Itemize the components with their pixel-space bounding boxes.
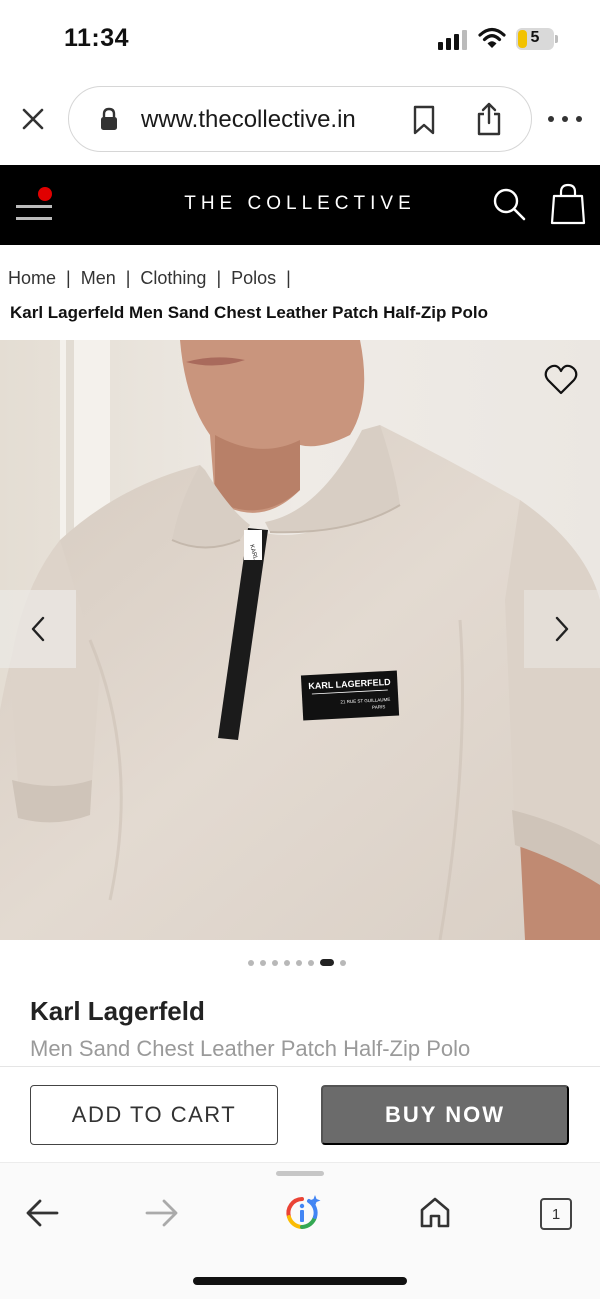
home-indicator xyxy=(193,1277,407,1285)
arrow-right-icon[interactable] xyxy=(144,1197,180,1229)
pagination-dot[interactable] xyxy=(272,959,278,966)
product-photo: KARL KARL LAGERFELD 21 RUE ST GUILLAUME … xyxy=(0,340,600,940)
pagination-dot-active[interactable] xyxy=(320,959,334,966)
status-bar: 11:34 5 xyxy=(0,0,600,80)
add-to-cart-button[interactable]: ADD TO CART xyxy=(30,1085,278,1145)
pagination-dot[interactable] xyxy=(296,959,302,966)
image-pagination xyxy=(248,959,346,966)
pagination-dot[interactable] xyxy=(248,959,254,966)
breadcrumb-polos[interactable]: Polos xyxy=(231,268,276,289)
action-bar: ADD TO CART BUY NOW xyxy=(0,1066,600,1162)
close-tab-button[interactable] xyxy=(18,104,48,134)
chevron-right-icon xyxy=(555,616,569,642)
site-header: THE COLLECTIVE xyxy=(0,165,600,245)
product-heading: Karl Lagerfeld Men Sand Chest Leather Pa… xyxy=(10,303,488,322)
product-title: Men Sand Chest Leather Patch Half-Zip Po… xyxy=(30,1036,471,1061)
breadcrumb: Home | Men | Clothing | Polos | xyxy=(8,268,301,289)
previous-image-button[interactable] xyxy=(0,590,76,668)
arrow-left-icon[interactable] xyxy=(24,1197,60,1229)
pagination-dot[interactable] xyxy=(308,959,314,966)
patch-city-text: PARIS xyxy=(372,704,385,710)
more-dots-icon[interactable] xyxy=(548,108,582,130)
pagination-dot[interactable] xyxy=(284,959,290,966)
search-icon[interactable] xyxy=(492,187,526,221)
share-icon[interactable] xyxy=(475,101,503,137)
battery-icon: 5 xyxy=(516,28,558,50)
breadcrumb-home[interactable]: Home xyxy=(8,268,56,289)
breadcrumb-separator: | xyxy=(125,268,131,288)
heart-outline-icon[interactable] xyxy=(544,364,578,396)
chevron-left-icon xyxy=(31,616,45,642)
sheet-handle[interactable] xyxy=(276,1171,324,1176)
buy-now-button[interactable]: BUY NOW xyxy=(321,1085,569,1145)
shopping-bag-icon[interactable] xyxy=(550,183,586,225)
url-text: www.thecollective.in xyxy=(141,106,356,133)
product-brand[interactable]: Karl Lagerfeld xyxy=(30,996,205,1027)
next-image-button[interactable] xyxy=(524,590,600,668)
pagination-dot[interactable] xyxy=(260,959,266,966)
browser-bottom-bar: 1 xyxy=(0,1162,600,1299)
battery-level: 5 xyxy=(530,29,540,46)
breadcrumb-separator: | xyxy=(286,268,291,288)
tab-switcher-button[interactable]: 1 xyxy=(540,1198,572,1230)
google-lens-icon[interactable] xyxy=(282,1193,322,1233)
chest-leather-patch: KARL LAGERFELD 21 RUE ST GUILLAUME PARIS xyxy=(300,670,400,721)
breadcrumb-separator: | xyxy=(66,268,71,288)
lock-icon xyxy=(101,107,117,130)
breadcrumb-men[interactable]: Men xyxy=(81,268,116,289)
bookmark-icon[interactable] xyxy=(411,105,437,135)
cellular-signal-icon xyxy=(438,30,467,50)
address-bar[interactable]: www.thecollective.in xyxy=(68,86,532,152)
product-image[interactable]: KARL KARL LAGERFELD 21 RUE ST GUILLAUME … xyxy=(0,340,600,940)
home-icon[interactable] xyxy=(418,1195,452,1229)
status-time: 11:34 xyxy=(64,24,130,52)
close-icon xyxy=(22,108,44,130)
breadcrumb-clothing[interactable]: Clothing xyxy=(140,268,206,289)
pagination-dot[interactable] xyxy=(340,959,346,966)
breadcrumb-separator: | xyxy=(216,268,222,288)
wifi-icon xyxy=(478,27,506,48)
